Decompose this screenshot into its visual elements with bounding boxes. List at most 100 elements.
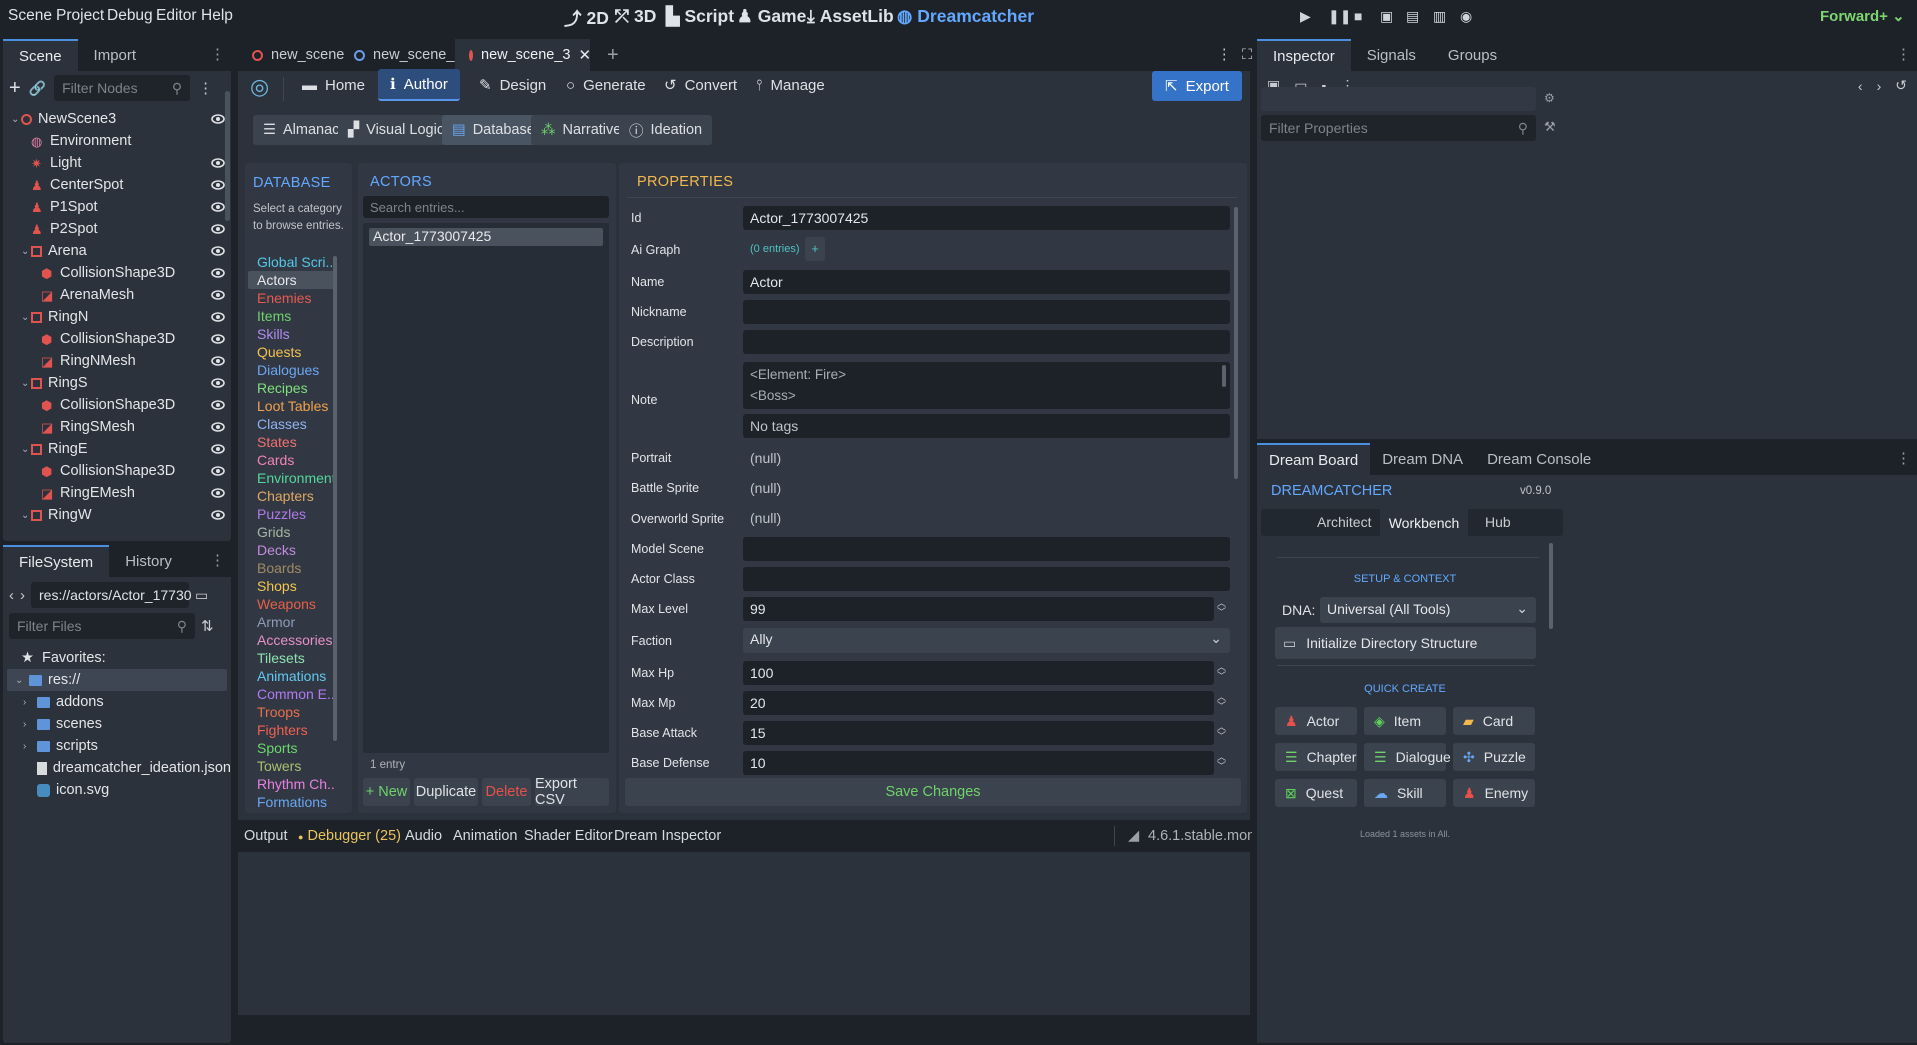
base-defense-stepper[interactable]: ︿ ﹀ [1217,753,1226,771]
dream-scrollbar[interactable] [1549,543,1553,629]
category-item[interactable]: States [248,433,336,451]
category-item[interactable]: Sports [248,739,336,757]
workspace-dreamcatcher[interactable]: ◍ Dreamcatcher [897,6,1034,27]
tab-inspector[interactable]: Inspector [1257,39,1351,71]
back-icon[interactable]: ‹ [9,587,14,604]
visibility-eye-icon[interactable] [211,464,225,478]
tools-icon[interactable]: ⚒ [1544,119,1556,135]
movie-maker-icon[interactable]: ◉ [1460,8,1472,25]
category-item[interactable]: Decks [248,541,336,559]
collapse-arrow-icon[interactable]: ⌄ [11,114,21,125]
scene-node-row[interactable]: ⌄ RingN [3,306,231,328]
dock-menu-icon[interactable]: ⋮ [1890,449,1917,475]
subtab-visual-logic[interactable]: ▞ Visual Logic [338,115,455,145]
scene-node-row[interactable]: ◪ RingEMesh [3,482,231,504]
tab-history[interactable]: History [109,545,188,577]
visibility-eye-icon[interactable] [211,112,225,126]
scene-node-row[interactable]: ◪ ArenaMesh [3,284,231,306]
expand-arrow-icon[interactable]: › [23,719,33,730]
tab-output[interactable]: Output [244,828,288,844]
collapse-arrow-icon[interactable]: ⌄ [21,510,31,521]
save-changes-button[interactable]: Save Changes [625,778,1241,806]
sort-icon[interactable]: ⇅ [201,617,214,635]
quick-create-chapter-button[interactable]: ☰ Chapter [1275,743,1357,771]
visibility-eye-icon[interactable] [211,508,225,522]
max-mp-stepper[interactable]: ︿ ﹀ [1217,693,1226,711]
menu-project[interactable]: Project [56,7,104,25]
expand-arrow-icon[interactable]: › [23,697,33,708]
id-field[interactable]: Actor_1773007425 [743,206,1230,230]
scene-tab-new-scene-3[interactable]: new_scene_3 ✕ [455,39,591,71]
category-item[interactable]: Classes [248,415,336,433]
category-item[interactable]: Skills [248,325,336,343]
forward-icon[interactable]: › [20,587,25,604]
dock-menu-icon[interactable]: ⋮ [1890,45,1917,71]
visibility-eye-icon[interactable] [211,420,225,434]
tab-dream-dna[interactable]: Dream DNA [1370,443,1475,475]
category-item[interactable]: Grids [248,523,336,541]
quick-create-card-button[interactable]: ▰ Card [1453,707,1535,735]
quick-create-puzzle-button[interactable]: ✣ Puzzle [1453,743,1535,771]
subtab-narrative[interactable]: ⁂ Narrative [531,115,632,145]
tab-manage[interactable]: ⫯ Manage [744,69,837,101]
properties-scrollbar[interactable] [1234,207,1238,479]
filter-files-input[interactable]: Filter Files ⚲ [9,613,195,639]
note-scrollbar[interactable] [1222,365,1226,387]
description-field[interactable] [743,330,1230,354]
category-item[interactable]: Dialogues [248,361,336,379]
subtab-almanac[interactable]: ☰ Almanac [253,115,350,145]
category-item[interactable]: Puzzles [248,505,336,523]
workspace-3d[interactable]: ⤱ 3D [615,6,656,27]
scene-node-row[interactable]: ◪ RingSMesh [3,416,231,438]
history-icon[interactable]: ↺ [1895,77,1907,94]
dock-menu-icon[interactable]: ⋮ [204,551,231,577]
category-item[interactable]: Tilesets [248,649,336,667]
collapse-arrow-icon[interactable]: ⌄ [21,378,31,389]
max-hp-field[interactable]: 100 [743,661,1214,685]
battle-sprite-value[interactable]: (null) [750,480,781,496]
scene-node-row[interactable]: ⬢ CollisionShape3D [3,460,231,482]
tab-groups[interactable]: Groups [1432,39,1513,71]
scene-tree-scrollbar[interactable] [225,91,230,221]
expand-arrow-icon[interactable]: › [23,741,33,752]
tab-dream-inspector[interactable]: Dream Inspector [614,828,721,844]
category-item[interactable]: Cards [248,451,336,469]
object-selector[interactable] [1261,87,1536,111]
scene-node-row[interactable]: ⬢ CollisionShape3D [3,394,231,416]
base-attack-field[interactable]: 15 [743,721,1214,745]
category-item[interactable]: Fighters [248,721,336,739]
category-item[interactable]: Boards [248,559,336,577]
category-item[interactable]: Armor [248,613,336,631]
quick-create-item-button[interactable]: ◈ Item [1364,707,1446,735]
workspace-assetlib[interactable]: ⤓ AssetLib [807,6,894,27]
collapse-arrow-icon[interactable]: ⌄ [21,444,31,455]
base-defense-field[interactable]: 10 [743,751,1214,775]
subtab-database[interactable]: ▤ Database [442,115,545,145]
history-back-icon[interactable]: ‹ [1858,78,1863,94]
stop-icon[interactable]: ■ [1354,8,1362,24]
search-entries-input[interactable]: Search entries... [363,196,609,218]
category-scrollbar[interactable] [333,256,337,741]
category-item[interactable]: Animations [248,667,336,685]
scene-menu-icon[interactable]: ⋮ [198,79,213,97]
category-item[interactable]: Towers [248,757,336,775]
scene-node-row[interactable]: ◍ Environment [3,130,231,152]
visibility-eye-icon[interactable] [211,398,225,412]
fs-item-row[interactable]: › scripts [3,735,231,757]
quick-create-actor-button[interactable]: ♟ Actor [1275,707,1357,735]
tab-dream-console[interactable]: Dream Console [1475,443,1603,475]
category-item[interactable]: Loot Tables [248,397,336,415]
collapse-arrow-icon[interactable]: ⌄ [21,312,31,323]
scene-node-row[interactable]: ♟ P2Spot [3,218,231,240]
scene-node-row[interactable]: ⌄ RingS [3,372,231,394]
export-button[interactable]: ⇱ Export [1152,71,1242,101]
nickname-field[interactable] [743,300,1230,324]
tab-signals[interactable]: Signals [1351,39,1432,71]
play-custom-scene-icon[interactable]: ▥ [1433,8,1446,25]
category-item[interactable]: Formations [248,793,336,808]
quick-create-dialogue-button[interactable]: ☰ Dialogue [1364,743,1451,771]
visibility-eye-icon[interactable] [211,442,225,456]
workspace-2d[interactable]: ⤴ 2D [564,6,609,31]
fs-item-row[interactable]: ⌄ res:// [7,669,227,691]
collapse-arrow-icon[interactable]: ⌄ [21,246,31,257]
